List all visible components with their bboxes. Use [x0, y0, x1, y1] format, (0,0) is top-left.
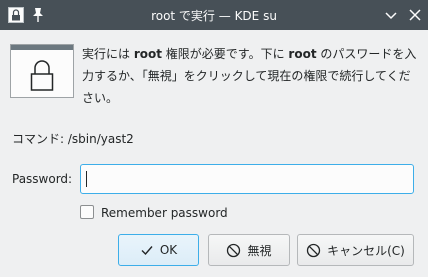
lock-icon[interactable]	[8, 7, 24, 23]
message-user-root: root	[288, 47, 317, 61]
ignore-label: 無視	[247, 243, 272, 258]
message-text: 権限が必要です。下に	[161, 47, 289, 61]
cancel-button[interactable]: キャンセル(C)	[297, 234, 414, 266]
window-title: root で実行 — KDE su	[151, 9, 277, 23]
no-entry-icon	[227, 243, 241, 257]
text-caret	[86, 171, 87, 187]
ok-label: OK	[159, 243, 178, 257]
no-entry-icon	[306, 243, 321, 257]
ignore-button[interactable]: 無視	[208, 234, 290, 266]
command-label: コマンド:	[12, 132, 65, 146]
password-label: Password:	[12, 172, 73, 186]
remember-password-label[interactable]: Remember password	[101, 206, 228, 220]
title-bar[interactable]: root で実行 — KDE su	[0, 0, 428, 30]
remember-password-checkbox[interactable]	[80, 205, 94, 219]
message-text: 実行には	[82, 47, 134, 61]
command-value: /sbin/yast2	[67, 132, 134, 146]
pin-icon[interactable]	[31, 7, 45, 23]
message-user-root: root	[133, 47, 162, 61]
lock-screen-image	[10, 44, 74, 98]
password-input[interactable]	[80, 164, 414, 194]
close-icon[interactable]	[407, 7, 423, 23]
check-icon	[141, 246, 153, 256]
chevron-down-icon[interactable]	[383, 7, 399, 23]
prompt-message: 実行には root 権限が必要です。下に root のパスワードを入力するか、「…	[82, 43, 418, 109]
cancel-label: キャンセル(C)	[327, 243, 405, 258]
command-line: コマンド: /sbin/yast2	[12, 130, 134, 147]
ok-button[interactable]: OK	[118, 234, 199, 266]
